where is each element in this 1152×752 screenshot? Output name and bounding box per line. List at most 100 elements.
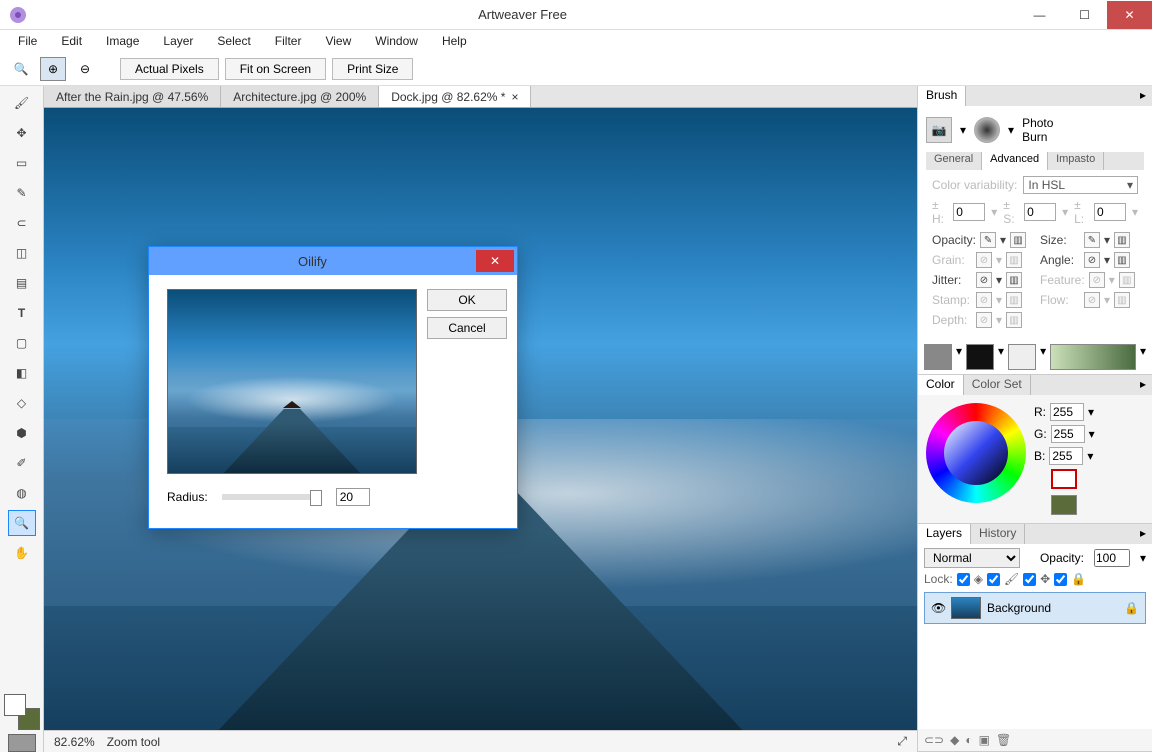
pencil-tool-icon[interactable]: ✎ bbox=[8, 180, 36, 206]
doc-tab-after-rain[interactable]: After the Rain.jpg @ 47.56% bbox=[44, 86, 221, 107]
color-main-swatch[interactable] bbox=[1051, 469, 1077, 489]
brush-tab[interactable]: Brush bbox=[918, 86, 966, 106]
paper-texture-icon[interactable] bbox=[924, 344, 952, 370]
opacity-curve-icon[interactable]: ▥ bbox=[1010, 232, 1026, 248]
brush-tool-icon[interactable]: 🖌 bbox=[8, 90, 36, 116]
layer-mask-icon[interactable]: ◐ bbox=[965, 733, 972, 747]
shape-tool-icon[interactable]: ▢ bbox=[8, 330, 36, 356]
stamp-tool-icon[interactable]: ⬢ bbox=[8, 420, 36, 446]
lock-all-check[interactable] bbox=[1054, 573, 1067, 586]
r-input[interactable] bbox=[1050, 403, 1084, 421]
subtab-general[interactable]: General bbox=[926, 152, 982, 170]
layer-opacity-input[interactable] bbox=[1094, 549, 1130, 567]
lasso-tool-icon[interactable]: ⊂ bbox=[8, 210, 36, 236]
s-input[interactable] bbox=[1024, 203, 1056, 221]
pattern-icon[interactable] bbox=[1008, 344, 1036, 370]
layer-link-icon[interactable]: ⊂⊃ bbox=[924, 733, 944, 747]
dropdown-icon[interactable]: ▾ bbox=[960, 123, 966, 137]
color-wheel[interactable] bbox=[926, 403, 1026, 503]
layer-item-background[interactable]: 👁 Background 🔒 bbox=[924, 592, 1146, 624]
subtab-advanced[interactable]: Advanced bbox=[982, 152, 1048, 170]
blend-mode-select[interactable]: Normal bbox=[924, 548, 1020, 568]
text-tool-icon[interactable]: T bbox=[8, 300, 36, 326]
menu-select[interactable]: Select bbox=[207, 32, 260, 50]
b-input[interactable] bbox=[1049, 447, 1083, 465]
jitter-expr-icon[interactable]: ⊘ bbox=[976, 272, 992, 288]
dialog-titlebar[interactable]: Oilify ✕ bbox=[149, 247, 517, 275]
dialog-cancel-button[interactable]: Cancel bbox=[427, 317, 507, 339]
color-variability-select[interactable]: In HSL▾ bbox=[1023, 176, 1138, 194]
crop-tool-icon[interactable]: ◫ bbox=[8, 240, 36, 266]
radius-slider[interactable] bbox=[222, 494, 322, 500]
nozzle-icon[interactable] bbox=[966, 344, 994, 370]
menu-help[interactable]: Help bbox=[432, 32, 477, 50]
brush-tip-icon[interactable] bbox=[974, 117, 1000, 143]
color-tab[interactable]: Color bbox=[918, 375, 964, 395]
zoom-tool-icon[interactable]: 🔍 bbox=[8, 57, 34, 81]
dialog-ok-button[interactable]: OK bbox=[427, 289, 507, 311]
color-set-tab[interactable]: Color Set bbox=[964, 375, 1031, 395]
lock-pixels-check[interactable] bbox=[987, 573, 1000, 586]
zoom-in-icon[interactable]: ⊕ bbox=[40, 57, 66, 81]
print-size-button[interactable]: Print Size bbox=[332, 58, 413, 80]
h-input[interactable] bbox=[953, 203, 985, 221]
gradient-tool-icon[interactable]: ◧ bbox=[8, 360, 36, 386]
layer-delete-icon[interactable]: 🗑 bbox=[996, 733, 1011, 747]
layer-new-icon[interactable]: ▣ bbox=[979, 733, 990, 747]
opacity-expr-icon[interactable]: ✎ bbox=[980, 232, 996, 248]
l-input[interactable] bbox=[1094, 203, 1126, 221]
color-swatch[interactable] bbox=[4, 694, 40, 730]
maximize-button[interactable]: ☐ bbox=[1062, 1, 1107, 29]
texture-swatch-icon[interactable] bbox=[8, 734, 36, 752]
menu-window[interactable]: Window bbox=[365, 32, 428, 50]
dropdown-icon[interactable]: ▾ bbox=[1008, 123, 1014, 137]
doc-tab-architecture[interactable]: Architecture.jpg @ 200% bbox=[221, 86, 379, 107]
brush-preset-icon[interactable]: 📷 bbox=[926, 117, 952, 143]
g-input[interactable] bbox=[1051, 425, 1085, 443]
menu-view[interactable]: View bbox=[315, 32, 361, 50]
filter-preview[interactable] bbox=[167, 289, 417, 474]
zoom-tool-selected-icon[interactable]: 🔍 bbox=[8, 510, 36, 536]
canvas-area[interactable]: Oilify ✕ OK Cancel Radius: bbox=[44, 108, 917, 730]
dialog-close-icon[interactable]: ✕ bbox=[476, 250, 514, 272]
radius-input[interactable] bbox=[336, 488, 370, 506]
perspective-tool-icon[interactable]: ▤ bbox=[8, 270, 36, 296]
doc-tab-dock[interactable]: Dock.jpg @ 82.62% *× bbox=[379, 86, 531, 107]
fit-on-screen-button[interactable]: Fit on Screen bbox=[225, 58, 326, 80]
history-tab[interactable]: History bbox=[971, 524, 1025, 544]
zoom-out-icon[interactable]: ⊖ bbox=[72, 57, 98, 81]
layer-fx-icon[interactable]: ◆ bbox=[950, 733, 959, 747]
size-curve-icon[interactable]: ▥ bbox=[1114, 232, 1130, 248]
close-tab-icon[interactable]: × bbox=[511, 90, 518, 104]
menu-image[interactable]: Image bbox=[96, 32, 149, 50]
actual-pixels-button[interactable]: Actual Pixels bbox=[120, 58, 219, 80]
menu-file[interactable]: File bbox=[8, 32, 47, 50]
close-button[interactable]: ✕ bbox=[1107, 1, 1152, 29]
menu-edit[interactable]: Edit bbox=[51, 32, 92, 50]
fill-tool-icon[interactable]: ◍ bbox=[8, 480, 36, 506]
hand-tool-icon[interactable]: ✋ bbox=[8, 540, 36, 566]
panel-menu-icon[interactable]: ▸ bbox=[1134, 524, 1152, 544]
eyedropper-tool-icon[interactable]: ✐ bbox=[8, 450, 36, 476]
menu-filter[interactable]: Filter bbox=[265, 32, 312, 50]
panel-menu-icon[interactable]: ▸ bbox=[1134, 375, 1152, 395]
menu-layer[interactable]: Layer bbox=[153, 32, 203, 50]
foreground-color-swatch[interactable] bbox=[4, 694, 26, 716]
status-tool: Zoom tool bbox=[107, 735, 160, 749]
visibility-icon[interactable]: 👁 bbox=[931, 601, 945, 615]
eraser-tool-icon[interactable]: ◇ bbox=[8, 390, 36, 416]
size-expr-icon[interactable]: ✎ bbox=[1084, 232, 1100, 248]
color-alt-swatch[interactable] bbox=[1051, 495, 1077, 515]
subtab-impasto[interactable]: Impasto bbox=[1048, 152, 1104, 170]
lock-icon: 🔒 bbox=[1124, 601, 1139, 615]
status-expand-icon[interactable]: ⤢ bbox=[897, 734, 907, 749]
gradient-preview[interactable] bbox=[1050, 344, 1136, 370]
lock-trans-check[interactable] bbox=[957, 573, 970, 586]
panel-menu-icon[interactable]: ▸ bbox=[1134, 86, 1152, 106]
angle-expr-icon[interactable]: ⊘ bbox=[1084, 252, 1100, 268]
selection-tool-icon[interactable]: ▭ bbox=[8, 150, 36, 176]
minimize-button[interactable]: — bbox=[1017, 1, 1062, 29]
lock-pos-check[interactable] bbox=[1023, 573, 1036, 586]
move-tool-icon[interactable]: ✥ bbox=[8, 120, 36, 146]
layers-tab[interactable]: Layers bbox=[918, 524, 971, 544]
